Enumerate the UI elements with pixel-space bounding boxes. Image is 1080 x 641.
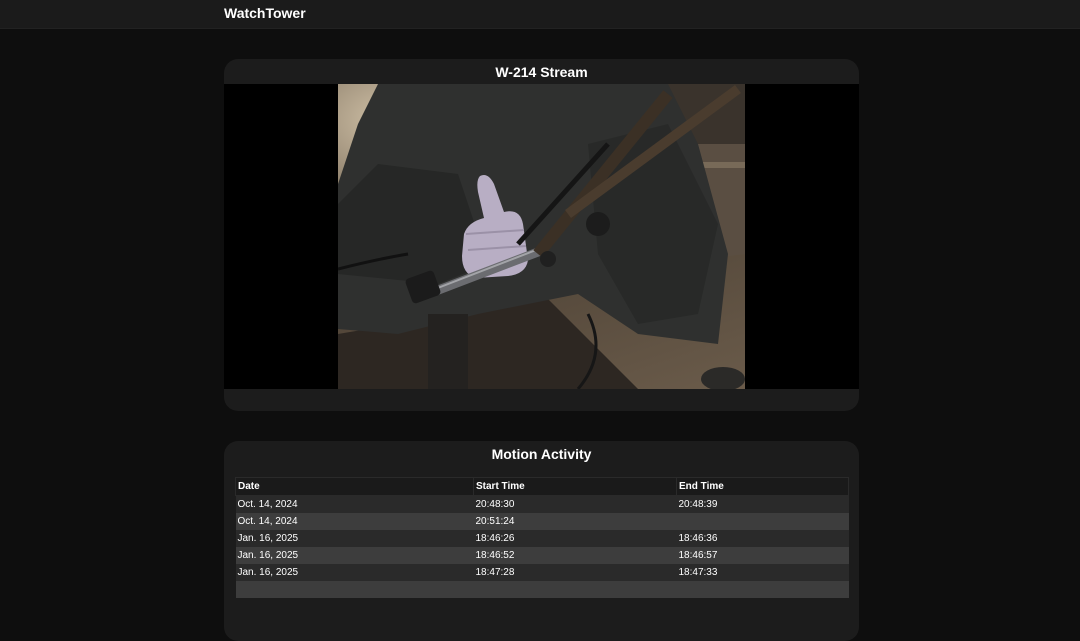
motion-activity-title: Motion Activity — [491, 446, 592, 462]
cell-start-time: 20:48:30 — [473, 495, 677, 513]
cell-start-time: 18:46:52 — [473, 547, 677, 564]
cell-date — [235, 581, 474, 598]
camera-feed-image — [338, 84, 745, 389]
cell-date: Jan. 16, 2025 — [235, 547, 474, 564]
table-row: Oct. 14, 2024 20:48:30 20:48:39 — [235, 495, 849, 513]
cell-date: Jan. 16, 2025 — [235, 530, 474, 547]
cell-end-time: 18:47:33 — [676, 564, 849, 581]
cell-date: Jan. 16, 2025 — [235, 564, 474, 581]
stream-title: W-214 Stream — [495, 64, 588, 80]
column-header-end-time: End Time — [676, 477, 849, 496]
table-row: Jan. 16, 2025 18:46:26 18:46:36 — [235, 530, 849, 547]
cell-end-time — [676, 581, 849, 598]
table-row: Oct. 14, 2024 20:51:24 — [235, 513, 849, 530]
cell-start-time: 18:47:28 — [473, 564, 677, 581]
cell-end-time: 18:46:36 — [676, 530, 849, 547]
cell-end-time: 20:48:39 — [676, 495, 849, 513]
motion-activity-card: Motion Activity Date Start Time End Time… — [224, 441, 859, 641]
table-row: Jan. 16, 2025 18:46:52 18:46:57 — [235, 547, 849, 564]
motion-activity-table: Date Start Time End Time Oct. 14, 2024 2… — [235, 477, 849, 598]
cell-start-time — [473, 581, 677, 598]
table-row — [235, 581, 849, 598]
stream-card: W-214 Stream — [224, 59, 859, 411]
cell-end-time — [676, 513, 849, 530]
table-header-row: Date Start Time End Time — [235, 477, 849, 496]
column-header-date: Date — [235, 477, 474, 496]
brand-logo[interactable]: WatchTower — [224, 5, 306, 21]
cell-date: Oct. 14, 2024 — [235, 495, 474, 513]
camera-feed[interactable] — [338, 84, 745, 389]
table-row: Jan. 16, 2025 18:47:28 18:47:33 — [235, 564, 849, 581]
top-navbar: WatchTower — [0, 0, 1080, 29]
cell-date: Oct. 14, 2024 — [235, 513, 474, 530]
video-player[interactable] — [224, 84, 859, 389]
cell-end-time: 18:46:57 — [676, 547, 849, 564]
cell-start-time: 20:51:24 — [473, 513, 677, 530]
cell-start-time: 18:46:26 — [473, 530, 677, 547]
column-header-start-time: Start Time — [473, 477, 677, 496]
